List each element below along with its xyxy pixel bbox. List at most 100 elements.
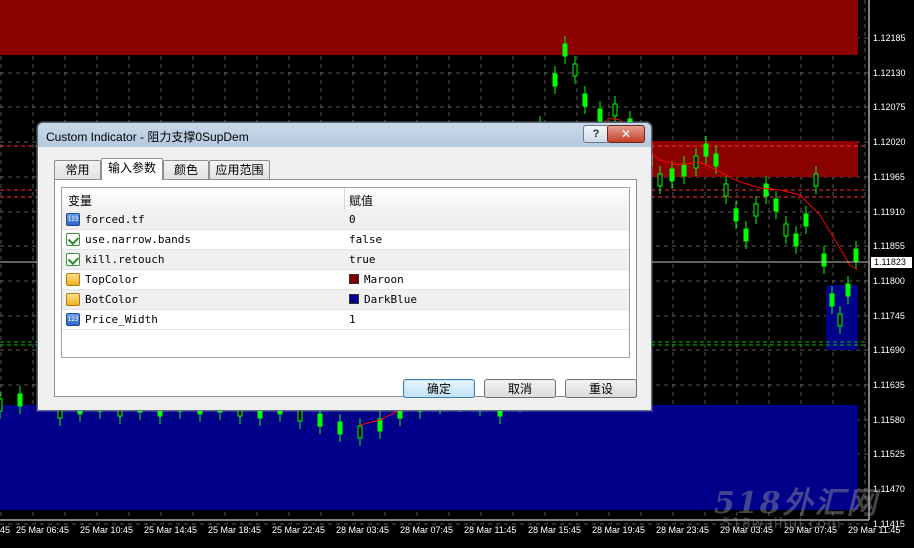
candle-body (837, 313, 843, 327)
time-tick-label: 28 Mar 15:45 (528, 525, 582, 535)
param-value[interactable]: 0 (349, 213, 356, 226)
price-tick-label: 1.12075 (873, 102, 906, 112)
inputs-panel: 变量 赋值 123 forced.tf 0 use.narrow.bands f… (54, 179, 637, 397)
time-tick-label: 28 Mar 11:45 (464, 525, 517, 535)
dialog-titlebar[interactable]: Custom Indicator - 阻力支撑0SupDem ? ✕ (38, 123, 651, 147)
cancel-button[interactable]: 取消 (484, 379, 556, 398)
time-tick-label: 25 Mar 06:45 (16, 525, 70, 535)
param-name: use.narrow.bands (85, 233, 191, 246)
candle-body (829, 293, 835, 307)
candle-body (597, 108, 603, 122)
tab-inputs[interactable]: 输入参数 (101, 158, 163, 180)
tab-common[interactable]: 常用 (54, 160, 101, 179)
tab-colors[interactable]: 颜色 (163, 160, 209, 179)
grid-header: 变量 赋值 (62, 188, 629, 211)
dialog-body: 常用 输入参数 颜色 应用范围 变量 赋值 123 forced.tf 0 us… (44, 153, 645, 404)
time-tick-label: 28 Mar 03:45 (336, 525, 390, 535)
candle-body (753, 203, 759, 217)
supply-zone-top (0, 0, 858, 55)
reset-button[interactable]: 重设 (565, 379, 637, 398)
param-value[interactable]: 1 (349, 313, 356, 326)
price-tick-label: 1.11580 (873, 415, 905, 425)
color-swatch (349, 294, 359, 304)
price-tick-label: 1.11690 (873, 345, 905, 355)
candle-body (813, 173, 819, 187)
current-price-label: 1.11823 (871, 257, 912, 268)
price-tick-label: 1.11525 (873, 449, 905, 459)
custom-indicator-dialog: Custom Indicator - 阻力支撑0SupDem ? ✕ 常用 输入… (37, 122, 652, 411)
candle-body (17, 393, 23, 407)
param-name: kill.retouch (85, 253, 165, 266)
candle-body (703, 143, 709, 157)
ok-button[interactable]: 确定 (403, 379, 475, 398)
candle-body (743, 228, 749, 242)
candle-body (733, 208, 739, 222)
candle-body (845, 283, 851, 297)
candle-body (582, 93, 588, 107)
column-divider[interactable] (344, 188, 345, 210)
color-param-icon (66, 273, 80, 286)
param-name: forced.tf (85, 213, 145, 226)
candle-body (562, 43, 568, 57)
candle-body (773, 198, 779, 212)
param-row[interactable]: use.narrow.bands false (62, 230, 629, 250)
column-header-variable[interactable]: 变量 (68, 192, 92, 209)
price-tick-label: 1.12130 (873, 68, 906, 78)
candle-body (723, 183, 729, 197)
help-button[interactable]: ? (583, 125, 609, 143)
price-tick-label: 1.11855 (873, 241, 905, 251)
numeric-param-icon: 123 (66, 213, 80, 226)
param-row[interactable]: 123 forced.tf 0 (62, 210, 629, 230)
time-tick-label: 28 Mar 07:45 (400, 525, 454, 535)
close-button[interactable]: ✕ (607, 125, 645, 143)
candle-body (612, 103, 618, 117)
time-tick-label: 25 Mar 10:45 (80, 525, 134, 535)
color-param-icon (66, 293, 80, 306)
bool-param-icon (66, 253, 80, 266)
candle-body (357, 425, 363, 439)
column-header-value[interactable]: 赋值 (349, 192, 373, 209)
time-tick-label: 28 Mar 19:45 (592, 525, 646, 535)
price-tick-label: 1.11965 (873, 172, 905, 182)
candle-body (783, 223, 789, 237)
price-tick-label: 1.12185 (873, 33, 906, 43)
candle-body (713, 153, 719, 167)
candle-body (763, 183, 769, 197)
dialog-title: Custom Indicator - 阻力支撑0SupDem (46, 130, 249, 144)
param-value[interactable]: true (349, 253, 376, 266)
price-tick-label: 1.11635 (873, 380, 905, 390)
param-row[interactable]: TopColor Maroon (62, 270, 629, 290)
time-label-partial-right: 29 Mar 11:45 (848, 525, 901, 535)
time-tick-label: 25 Mar 14:45 (144, 525, 198, 535)
candle-body (317, 413, 323, 427)
price-tick-label: 1.12020 (873, 137, 906, 147)
candle-body (681, 163, 687, 177)
price-tick-label: 1.11800 (873, 276, 905, 286)
candle-body (853, 248, 859, 262)
param-value[interactable]: DarkBlue (364, 293, 417, 306)
time-tick-label: 25 Mar 22:45 (272, 525, 326, 535)
price-tick-label: 1.11910 (873, 207, 905, 217)
tab-visualization[interactable]: 应用范围 (209, 160, 270, 179)
candle-body (821, 253, 827, 267)
candle-body (669, 168, 675, 182)
time-tick-label: 25 Mar 18:45 (208, 525, 262, 535)
color-swatch (349, 274, 359, 284)
param-name: Price_Width (85, 313, 158, 326)
param-name: BotColor (85, 293, 138, 306)
watermark-url: 518waihui.com (722, 516, 842, 532)
time-tick-label: 28 Mar 23:45 (656, 525, 710, 535)
param-row[interactable]: kill.retouch true (62, 250, 629, 270)
candle-body (803, 213, 809, 227)
param-name: TopColor (85, 273, 138, 286)
param-value[interactable]: Maroon (364, 273, 404, 286)
candle-body (337, 421, 343, 435)
price-tick-label: 1.11745 (873, 311, 905, 321)
param-row[interactable]: 123 Price_Width 1 (62, 310, 629, 330)
candle-body (572, 63, 578, 77)
candle-body (552, 73, 558, 87)
bool-param-icon (66, 233, 80, 246)
param-row[interactable]: BotColor DarkBlue (62, 290, 629, 310)
parameters-grid: 变量 赋值 123 forced.tf 0 use.narrow.bands f… (61, 187, 630, 358)
param-value[interactable]: false (349, 233, 382, 246)
